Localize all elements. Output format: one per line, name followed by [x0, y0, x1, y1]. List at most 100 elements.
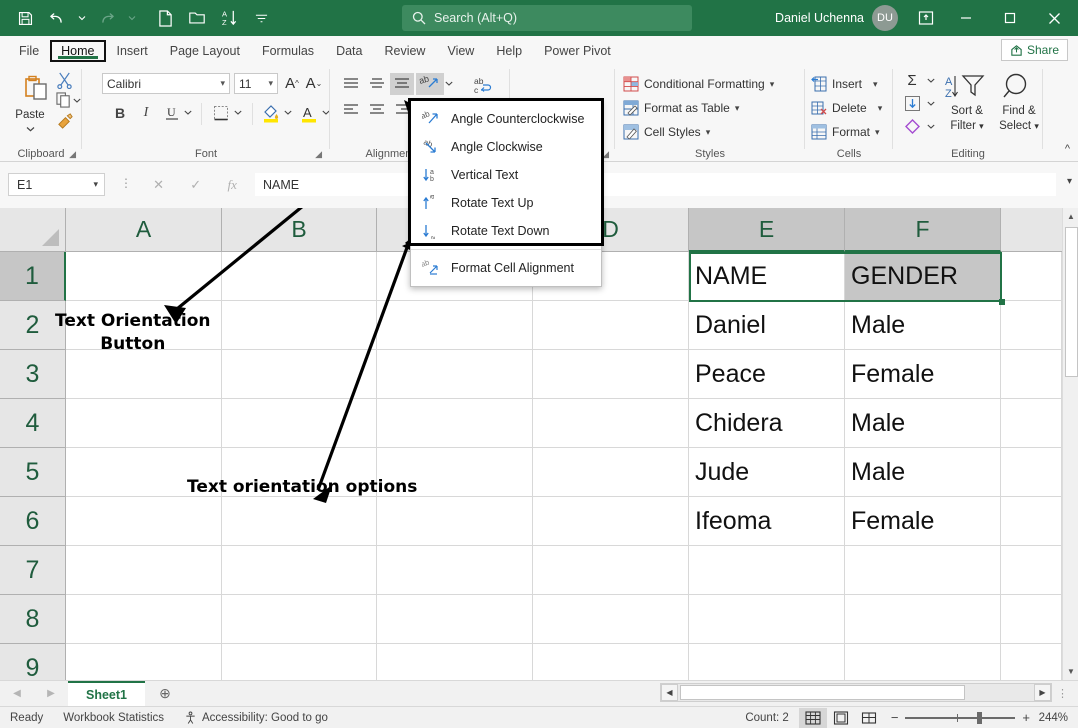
clear-icon[interactable]	[901, 117, 923, 135]
underline-button[interactable]: U	[162, 103, 182, 123]
cell-G2[interactable]	[1001, 301, 1062, 350]
accessibility-status[interactable]: Accessibility: Good to go	[174, 711, 338, 724]
align-center-icon[interactable]	[366, 101, 388, 119]
tab-power-pivot[interactable]: Power Pivot	[533, 40, 622, 62]
cell-D9[interactable]	[533, 644, 689, 680]
insert-cells-button[interactable]: Insert ▾	[811, 74, 878, 94]
cell-F9[interactable]	[845, 644, 1001, 680]
cell-D2[interactable]	[533, 301, 689, 350]
cell-B8[interactable]	[222, 595, 377, 644]
tab-insert[interactable]: Insert	[106, 40, 159, 62]
menu-item-format-cell-alignment[interactable]: ab Format Cell Alignment	[411, 254, 601, 282]
autosum-dropdown-icon[interactable]	[925, 74, 937, 86]
cell-B6[interactable]	[222, 497, 377, 546]
text-orientation-dropdown-icon[interactable]	[443, 77, 455, 89]
cell-C4[interactable]	[377, 399, 533, 448]
cell-B7[interactable]	[222, 546, 377, 595]
insert-function-icon[interactable]: fx	[227, 177, 236, 193]
cell-D8[interactable]	[533, 595, 689, 644]
row-header-9[interactable]: 9	[0, 644, 66, 680]
cell-F4[interactable]: Male	[845, 399, 1001, 448]
cell-D3[interactable]	[533, 350, 689, 399]
tab-bar-splitter[interactable]: ⋮	[1057, 687, 1078, 700]
sort-filter-icon[interactable]: AZ	[941, 70, 989, 104]
format-as-table-button[interactable]: Format as Table ▾	[623, 98, 739, 118]
find-select-icon[interactable]	[997, 70, 1039, 104]
tab-page-layout[interactable]: Page Layout	[159, 40, 251, 62]
normal-view-button[interactable]	[799, 708, 827, 728]
fill-down-icon[interactable]	[901, 93, 923, 113]
cell-A6[interactable]	[66, 497, 222, 546]
vertical-scroll-thumb[interactable]	[1065, 227, 1078, 377]
tab-data[interactable]: Data	[325, 40, 373, 62]
cell-C2[interactable]	[377, 301, 533, 350]
fill-color-dropdown-icon[interactable]	[282, 106, 294, 118]
tab-home[interactable]: Home	[50, 40, 105, 62]
cell-E4[interactable]: Chidera	[689, 399, 845, 448]
search-box[interactable]: Search (Alt+Q)	[402, 5, 692, 31]
sheet-tab-sheet1[interactable]: Sheet1	[68, 681, 145, 706]
cell-F2[interactable]: Male	[845, 301, 1001, 350]
borders-dropdown-icon[interactable]	[232, 106, 244, 118]
cell-B3[interactable]	[222, 350, 377, 399]
font-size-select[interactable]: 11 ▾	[234, 73, 278, 94]
avatar[interactable]: DU	[872, 5, 898, 31]
cell-F1[interactable]: GENDER	[845, 252, 1001, 301]
cell-G9[interactable]	[1001, 644, 1062, 680]
cell-E8[interactable]	[689, 595, 845, 644]
borders-button[interactable]	[210, 103, 232, 123]
font-dialog-launcher[interactable]: ◢	[315, 149, 322, 160]
clipboard-dialog-launcher[interactable]: ◢	[69, 149, 76, 160]
cell-E2[interactable]: Daniel	[689, 301, 845, 350]
row-header-6[interactable]: 6	[0, 497, 66, 546]
save-icon[interactable]	[10, 5, 40, 31]
select-all-corner[interactable]	[0, 208, 66, 252]
cell-D4[interactable]	[533, 399, 689, 448]
cell-F5[interactable]: Male	[845, 448, 1001, 497]
column-header-A[interactable]: A	[66, 208, 222, 252]
italic-button[interactable]: I	[136, 103, 156, 123]
column-header-G[interactable]	[1001, 208, 1062, 252]
enter-icon[interactable]: ✓	[190, 177, 201, 193]
cell-A9[interactable]	[66, 644, 222, 680]
tab-formulas[interactable]: Formulas	[251, 40, 325, 62]
cell-C7[interactable]	[377, 546, 533, 595]
page-layout-view-button[interactable]	[827, 708, 855, 728]
ribbon-display-options-icon[interactable]	[908, 0, 944, 36]
fill-handle[interactable]	[999, 299, 1005, 305]
undo-dropdown-icon[interactable]	[74, 5, 90, 31]
page-break-preview-button[interactable]	[855, 708, 883, 728]
row-header-7[interactable]: 7	[0, 546, 66, 595]
menu-item-rotate-text-up[interactable]: ab Rotate Text Up	[411, 189, 601, 217]
paste-dropdown-icon[interactable]	[22, 123, 38, 135]
conditional-formatting-button[interactable]: Conditional Formatting ▾	[623, 74, 774, 94]
scroll-right-button[interactable]: ▶	[1034, 684, 1051, 701]
cell-G3[interactable]	[1001, 350, 1062, 399]
cell-A1[interactable]	[66, 252, 222, 301]
cell-G6[interactable]	[1001, 497, 1062, 546]
minimize-button[interactable]	[944, 0, 988, 36]
cancel-icon[interactable]: ✕	[153, 177, 164, 193]
autosum-icon[interactable]: Σ	[901, 71, 923, 89]
formula-input[interactable]: NAME	[255, 173, 1056, 196]
row-header-8[interactable]: 8	[0, 595, 66, 644]
zoom-in-button[interactable]: +	[1022, 710, 1030, 725]
cell-A4[interactable]	[66, 399, 222, 448]
tab-file[interactable]: File	[8, 40, 50, 62]
row-header-1[interactable]: 1	[0, 252, 66, 301]
fill-color-button[interactable]	[260, 102, 282, 124]
scroll-up-button[interactable]: ▲	[1063, 208, 1078, 225]
tab-help[interactable]: Help	[485, 40, 533, 62]
expand-formula-bar-icon[interactable]: ▾	[1067, 176, 1072, 187]
cell-B4[interactable]	[222, 399, 377, 448]
cell-D6[interactable]	[533, 497, 689, 546]
cell-G4[interactable]	[1001, 399, 1062, 448]
sort-az-icon[interactable]: AZ	[214, 5, 244, 31]
tab-review[interactable]: Review	[373, 40, 436, 62]
clear-dropdown-icon[interactable]	[925, 120, 937, 132]
horizontal-scrollbar[interactable]: ◀ ▶	[660, 683, 1052, 702]
vertical-scrollbar[interactable]: ▲ ▼	[1062, 208, 1078, 680]
previous-sheet-icon[interactable]: ◀	[13, 688, 21, 699]
cell-styles-button[interactable]: Cell Styles ▾	[623, 122, 710, 142]
text-orientation-button[interactable]: ab	[416, 73, 444, 95]
